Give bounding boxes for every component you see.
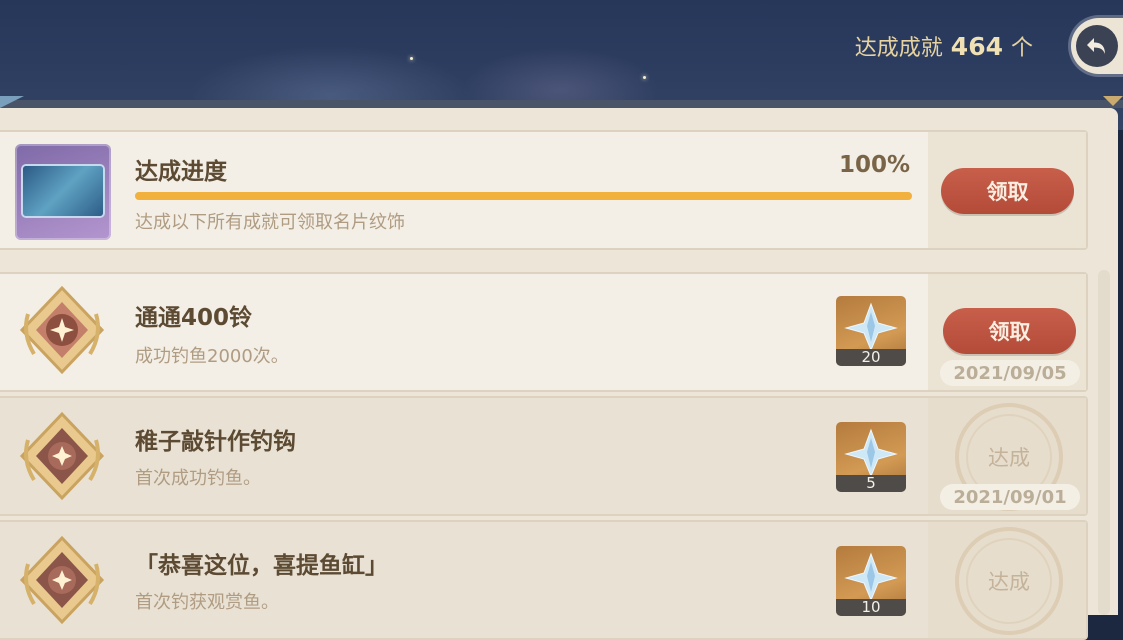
progress-bar-fill [135, 192, 912, 200]
achievement-title: 「恭喜这位，喜提鱼缸」 [135, 553, 388, 579]
reward-quantity: 5 [836, 475, 906, 492]
panel-corner-left [0, 96, 24, 108]
progress-title: 达成进度 [135, 159, 227, 185]
achievement-date: 2021/09/01 [940, 484, 1080, 510]
achievement-date: 2021/09/05 [940, 360, 1080, 386]
achievement-panel: 达成进度 100% 达成以下所有成就可领取名片纹饰 领取 通通400铃 成功钓鱼… [0, 108, 1118, 640]
reward-quantity: 10 [836, 599, 906, 616]
progress-percent: 100% [838, 152, 910, 178]
claim-namecard-button[interactable]: 领取 [941, 168, 1074, 214]
primogem-icon [844, 552, 898, 602]
achievement-title: 稚子敲针作钓钩 [135, 429, 296, 455]
panel-corner-right [1103, 96, 1123, 106]
scrollbar[interactable] [1098, 270, 1110, 615]
primogem-icon [844, 428, 898, 478]
achievement-count: 达成成就 464 个 [855, 30, 1033, 62]
primogem-reward: 10 [836, 546, 906, 616]
star [643, 76, 646, 79]
primogem-icon [844, 302, 898, 352]
primogem-reward: 20 [836, 296, 906, 366]
achievement-description: 成功钓鱼2000次。 [135, 346, 289, 367]
reward-quantity: 20 [836, 349, 906, 366]
achievement-medal-icon [19, 411, 105, 501]
achieved-stamp-label: 达成 [988, 446, 1030, 470]
namecard-thumbnail [15, 144, 111, 240]
progress-subtitle: 达成以下所有成就可领取名片纹饰 [135, 212, 405, 233]
primogem-reward: 5 [836, 422, 906, 492]
panel-top-border [0, 100, 1123, 108]
claim-reward-button[interactable]: 领取 [943, 308, 1076, 354]
achieved-stamp: 达成 [942, 526, 1076, 636]
achievement-row: 「恭喜这位，喜提鱼缸」 首次钓获观赏鱼。 10 达成 [0, 520, 1088, 640]
achieved-number: 464 [950, 32, 1003, 61]
achieved-stamp-label: 达成 [988, 570, 1030, 594]
achieved-unit: 个 [1010, 36, 1033, 61]
achievement-title: 通通400铃 [135, 305, 253, 331]
achievement-medal-icon [19, 285, 105, 375]
progress-card: 达成进度 100% 达成以下所有成就可领取名片纹饰 领取 [0, 130, 1088, 250]
achievement-description: 首次钓获观赏鱼。 [135, 592, 279, 613]
achievement-row: 通通400铃 成功钓鱼2000次。 20 领取 2021/09/05 [0, 272, 1088, 392]
star [410, 57, 413, 60]
achievement-row: 稚子敲针作钓钩 首次成功钓鱼。 5 达成 2021/09/01 [0, 396, 1088, 516]
namecard-image [23, 166, 103, 216]
back-arrow-icon [1076, 25, 1118, 67]
achievement-description: 首次成功钓鱼。 [135, 468, 261, 489]
achievement-medal-icon [19, 535, 105, 625]
progress-bar [135, 192, 912, 200]
back-button[interactable] [1071, 18, 1123, 74]
achieved-label: 达成成就 [854, 36, 943, 61]
